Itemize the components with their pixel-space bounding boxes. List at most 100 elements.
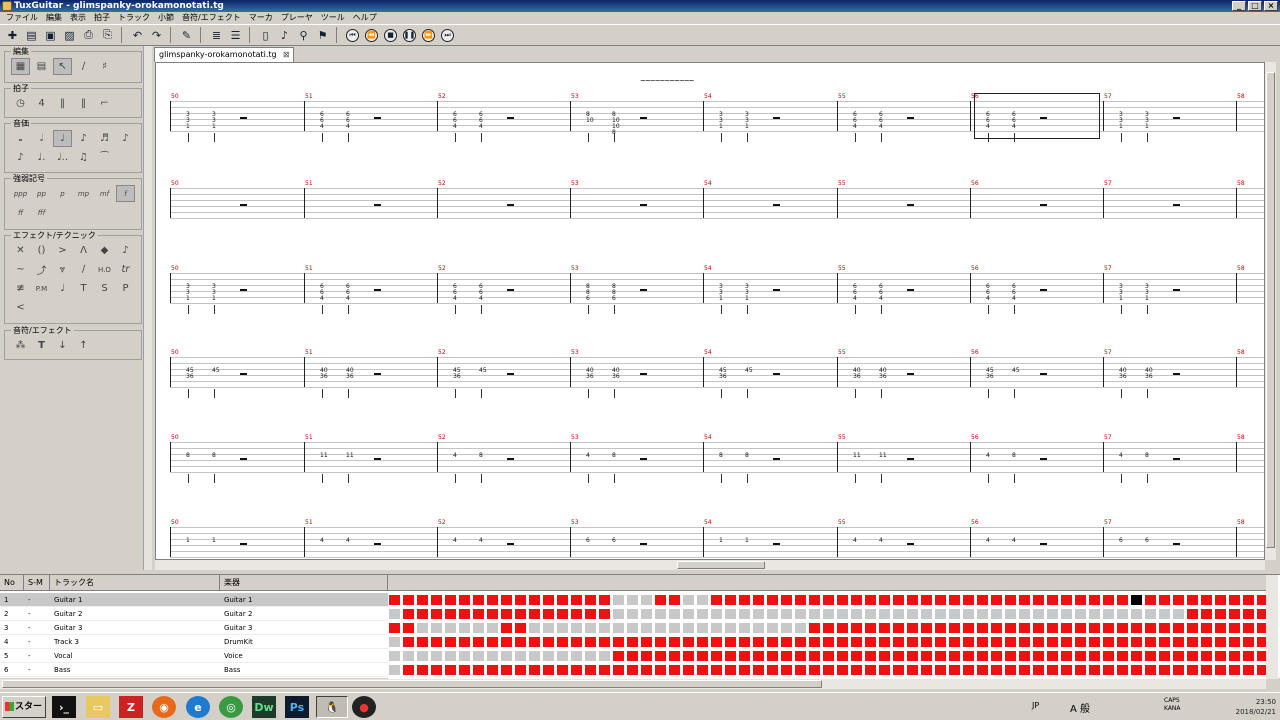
- measure-cell[interactable]: [500, 650, 513, 662]
- measure-cell[interactable]: [514, 594, 527, 606]
- bend-icon[interactable]: ⤴: [32, 261, 51, 278]
- measure-cell[interactable]: [1102, 608, 1115, 620]
- menu-view[interactable]: 表示: [66, 12, 90, 24]
- measure-cell[interactable]: [1018, 636, 1031, 648]
- measure-cell[interactable]: [752, 622, 765, 634]
- measure-cell[interactable]: [500, 622, 513, 634]
- print-preview-icon[interactable]: ⎘: [99, 27, 116, 44]
- dynamic-ppp[interactable]: ppp: [11, 185, 30, 202]
- measure-cell[interactable]: [962, 594, 975, 606]
- measure-cell[interactable]: [766, 636, 779, 648]
- column-solo-mute[interactable]: S-M: [24, 575, 50, 591]
- measure-cell[interactable]: [402, 608, 415, 620]
- tab-system[interactable]: 50 51 52 53 54 55 56 57 58: [156, 180, 1264, 240]
- measure-cell[interactable]: [794, 664, 807, 676]
- measure-cell[interactable]: [990, 664, 1003, 676]
- scrollbar-thumb[interactable]: [2, 680, 822, 688]
- measure-cell[interactable]: [766, 608, 779, 620]
- close-tab-icon[interactable]: ⊠: [283, 48, 290, 62]
- save-as-icon[interactable]: ▨: [61, 27, 78, 44]
- measure-cell[interactable]: [1060, 622, 1073, 634]
- measure-cell[interactable]: [528, 650, 541, 662]
- measure-cell[interactable]: [794, 594, 807, 606]
- measure-cell[interactable]: [486, 608, 499, 620]
- measure-cell[interactable]: [906, 636, 919, 648]
- fret-number[interactable]: 4: [853, 123, 857, 130]
- measure-grid[interactable]: [388, 575, 1269, 679]
- measure-cell[interactable]: [934, 636, 947, 648]
- measure-cell[interactable]: [878, 650, 891, 662]
- measure-cell[interactable]: [668, 636, 681, 648]
- quarter-note-icon[interactable]: ♩: [53, 130, 72, 147]
- measure-cell[interactable]: [724, 636, 737, 648]
- measure-cell[interactable]: [780, 594, 793, 606]
- fret-number[interactable]: 10: [586, 117, 594, 124]
- fret-number[interactable]: 11: [879, 452, 887, 459]
- fret-number[interactable]: 6: [1119, 537, 1123, 544]
- measure-cell[interactable]: [654, 622, 667, 634]
- measure-cell[interactable]: [668, 664, 681, 676]
- menu-edit[interactable]: 編集: [42, 12, 66, 24]
- measure-grid-row[interactable]: [388, 635, 1269, 649]
- measure-cell[interactable]: [472, 594, 485, 606]
- measure-cell[interactable]: [1144, 622, 1157, 634]
- measure-cell[interactable]: [822, 622, 835, 634]
- measure-cell[interactable]: [752, 650, 765, 662]
- fret-number[interactable]: 4: [479, 537, 483, 544]
- measure-cell[interactable]: [1032, 608, 1045, 620]
- measure-cell[interactable]: [948, 636, 961, 648]
- measure-cell[interactable]: [724, 608, 737, 620]
- measure-cell[interactable]: [668, 650, 681, 662]
- measure-cell[interactable]: [808, 594, 821, 606]
- measure-cell[interactable]: [1032, 622, 1045, 634]
- fret-number[interactable]: 11: [853, 452, 861, 459]
- measure-cell[interactable]: [1060, 664, 1073, 676]
- fret-number[interactable]: 11: [320, 452, 328, 459]
- fret-number[interactable]: 4: [853, 295, 857, 302]
- measure-cell[interactable]: [1004, 650, 1017, 662]
- measure-cell[interactable]: [1004, 594, 1017, 606]
- measure-cell[interactable]: [892, 650, 905, 662]
- measure-cell[interactable]: [1144, 650, 1157, 662]
- measure-cell[interactable]: [1214, 664, 1227, 676]
- measure-cell[interactable]: [1186, 650, 1199, 662]
- measure-cell[interactable]: [1214, 650, 1227, 662]
- measure-cell[interactable]: [780, 636, 793, 648]
- measure-cell[interactable]: [822, 650, 835, 662]
- measure-cell[interactable]: [1172, 664, 1185, 676]
- measure-cell[interactable]: [990, 636, 1003, 648]
- measure-cell[interactable]: [724, 664, 737, 676]
- fret-number[interactable]: 4: [320, 123, 324, 130]
- measure-cell[interactable]: [766, 664, 779, 676]
- measure-cell[interactable]: [836, 650, 849, 662]
- pause-icon[interactable]: ❚❚: [401, 27, 418, 44]
- measure-cell[interactable]: [738, 594, 751, 606]
- measure-cell[interactable]: [402, 622, 415, 634]
- measure-cell[interactable]: [1158, 636, 1171, 648]
- save-icon[interactable]: ▣: [42, 27, 59, 44]
- measure-cell[interactable]: [738, 622, 751, 634]
- measure-cell[interactable]: [1116, 594, 1129, 606]
- previous-measure-icon[interactable]: ⏪: [363, 27, 380, 44]
- measure-cell[interactable]: [1046, 636, 1059, 648]
- fret-number[interactable]: 36: [320, 373, 328, 380]
- measure-cell[interactable]: [402, 650, 415, 662]
- measure-cell[interactable]: [1088, 636, 1101, 648]
- measure-cell[interactable]: [892, 608, 905, 620]
- measure-cell[interactable]: [640, 594, 653, 606]
- fret-number[interactable]: 4: [320, 537, 324, 544]
- measure-cell[interactable]: [584, 636, 597, 648]
- measure-cell[interactable]: [780, 664, 793, 676]
- track-row[interactable]: 3 - Guitar 3 Guitar 3: [0, 621, 388, 635]
- measure-cell[interactable]: [682, 650, 695, 662]
- measure-cell[interactable]: [738, 608, 751, 620]
- measure-cell[interactable]: [1018, 608, 1031, 620]
- eighth-note-icon[interactable]: ♪: [74, 130, 93, 147]
- dynamic-mp[interactable]: mp: [74, 185, 93, 202]
- measure-cell[interactable]: [1116, 650, 1129, 662]
- measure-cell[interactable]: [1228, 650, 1241, 662]
- fret-number[interactable]: 1: [745, 295, 749, 302]
- tab-system[interactable]: 50 45 36 45 51 40 36 40 36 52 45 36 45 53 40 36 40 36 54 45…: [156, 349, 1264, 409]
- measure-cell[interactable]: [752, 636, 765, 648]
- measure-cell[interactable]: [962, 650, 975, 662]
